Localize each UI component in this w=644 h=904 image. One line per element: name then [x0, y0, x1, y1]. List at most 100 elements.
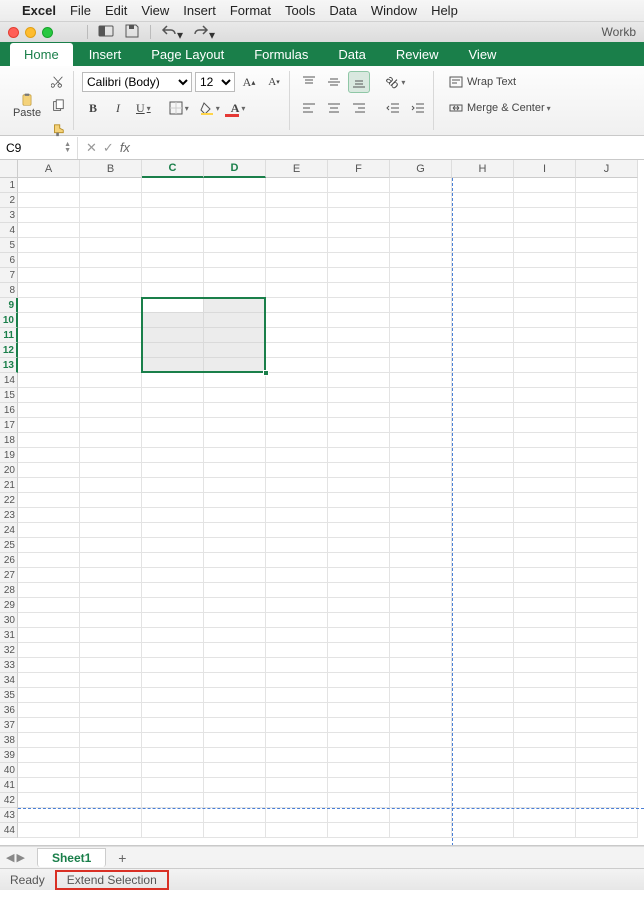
cell[interactable] — [452, 373, 514, 388]
col-header-H[interactable]: H — [452, 160, 514, 178]
cell[interactable] — [142, 328, 204, 343]
cell[interactable] — [576, 553, 638, 568]
cell[interactable] — [204, 523, 266, 538]
cell[interactable] — [266, 178, 328, 193]
cell[interactable] — [452, 508, 514, 523]
cell[interactable] — [18, 823, 80, 838]
row-header-15[interactable]: 15 — [0, 388, 18, 403]
cell[interactable] — [452, 448, 514, 463]
cell[interactable] — [204, 343, 266, 358]
cell[interactable] — [328, 598, 390, 613]
cell[interactable] — [142, 313, 204, 328]
cell[interactable] — [266, 313, 328, 328]
cell[interactable] — [514, 718, 576, 733]
cell[interactable] — [452, 223, 514, 238]
cell[interactable] — [514, 448, 576, 463]
cell[interactable] — [266, 688, 328, 703]
cell[interactable] — [80, 793, 142, 808]
cell[interactable] — [576, 793, 638, 808]
cell[interactable] — [452, 178, 514, 193]
cell[interactable] — [514, 358, 576, 373]
cell[interactable] — [514, 208, 576, 223]
cell[interactable] — [328, 343, 390, 358]
align-center-icon[interactable] — [323, 97, 345, 119]
cell[interactable] — [266, 358, 328, 373]
cell[interactable] — [18, 388, 80, 403]
col-header-D[interactable]: D — [204, 160, 266, 178]
row-header-20[interactable]: 20 — [0, 463, 18, 478]
cut-icon[interactable] — [47, 71, 69, 93]
cell[interactable] — [204, 208, 266, 223]
undo-icon[interactable]: ▾ — [161, 23, 183, 42]
cell[interactable] — [514, 463, 576, 478]
cell[interactable] — [514, 373, 576, 388]
cell[interactable] — [576, 253, 638, 268]
cell[interactable] — [142, 703, 204, 718]
row-header-38[interactable]: 38 — [0, 733, 18, 748]
cell[interactable] — [452, 388, 514, 403]
cell[interactable] — [576, 658, 638, 673]
cell[interactable] — [266, 733, 328, 748]
cell[interactable] — [390, 613, 452, 628]
cell[interactable] — [328, 283, 390, 298]
cell[interactable] — [18, 658, 80, 673]
cell[interactable] — [204, 718, 266, 733]
cell[interactable] — [514, 628, 576, 643]
cell[interactable] — [266, 463, 328, 478]
bold-button[interactable]: B — [82, 97, 104, 119]
cell[interactable] — [390, 553, 452, 568]
select-all-corner[interactable] — [0, 160, 18, 178]
cell[interactable] — [18, 613, 80, 628]
cell[interactable] — [514, 538, 576, 553]
cell[interactable] — [576, 568, 638, 583]
cell[interactable] — [266, 628, 328, 643]
cell[interactable] — [576, 508, 638, 523]
wrap-text-button[interactable]: Wrap Text — [442, 71, 523, 93]
cell[interactable] — [142, 223, 204, 238]
cell[interactable] — [514, 268, 576, 283]
cell[interactable] — [452, 418, 514, 433]
menu-view[interactable]: View — [141, 3, 169, 18]
row-header-42[interactable]: 42 — [0, 793, 18, 808]
cell[interactable] — [328, 823, 390, 838]
cell[interactable] — [204, 433, 266, 448]
cell[interactable] — [576, 448, 638, 463]
row-header-11[interactable]: 11 — [0, 328, 18, 343]
cell[interactable] — [576, 358, 638, 373]
cell[interactable] — [266, 643, 328, 658]
cell[interactable] — [514, 673, 576, 688]
add-sheet-button[interactable]: + — [112, 849, 132, 867]
cell[interactable] — [18, 493, 80, 508]
cell[interactable] — [80, 643, 142, 658]
cell[interactable] — [328, 328, 390, 343]
cell[interactable] — [266, 373, 328, 388]
cell[interactable] — [142, 568, 204, 583]
col-header-I[interactable]: I — [514, 160, 576, 178]
cell[interactable] — [576, 808, 638, 823]
cell[interactable] — [514, 283, 576, 298]
cell[interactable] — [80, 763, 142, 778]
cell[interactable] — [142, 748, 204, 763]
cell[interactable] — [576, 523, 638, 538]
app-name[interactable]: Excel — [22, 3, 56, 18]
cell[interactable] — [452, 538, 514, 553]
cell[interactable] — [452, 808, 514, 823]
cell[interactable] — [576, 538, 638, 553]
cell[interactable] — [204, 733, 266, 748]
cell[interactable] — [576, 208, 638, 223]
cell[interactable] — [18, 208, 80, 223]
cell[interactable] — [452, 433, 514, 448]
cell[interactable] — [576, 718, 638, 733]
cell[interactable] — [142, 238, 204, 253]
cell[interactable] — [204, 538, 266, 553]
row-header-27[interactable]: 27 — [0, 568, 18, 583]
row-header-29[interactable]: 29 — [0, 598, 18, 613]
row-header-23[interactable]: 23 — [0, 508, 18, 523]
cell[interactable] — [18, 793, 80, 808]
cell[interactable] — [204, 553, 266, 568]
cell[interactable] — [328, 613, 390, 628]
row-header-41[interactable]: 41 — [0, 778, 18, 793]
cell[interactable] — [390, 328, 452, 343]
sheet-prev-icon[interactable]: ◀ — [6, 851, 14, 864]
cell[interactable] — [328, 628, 390, 643]
